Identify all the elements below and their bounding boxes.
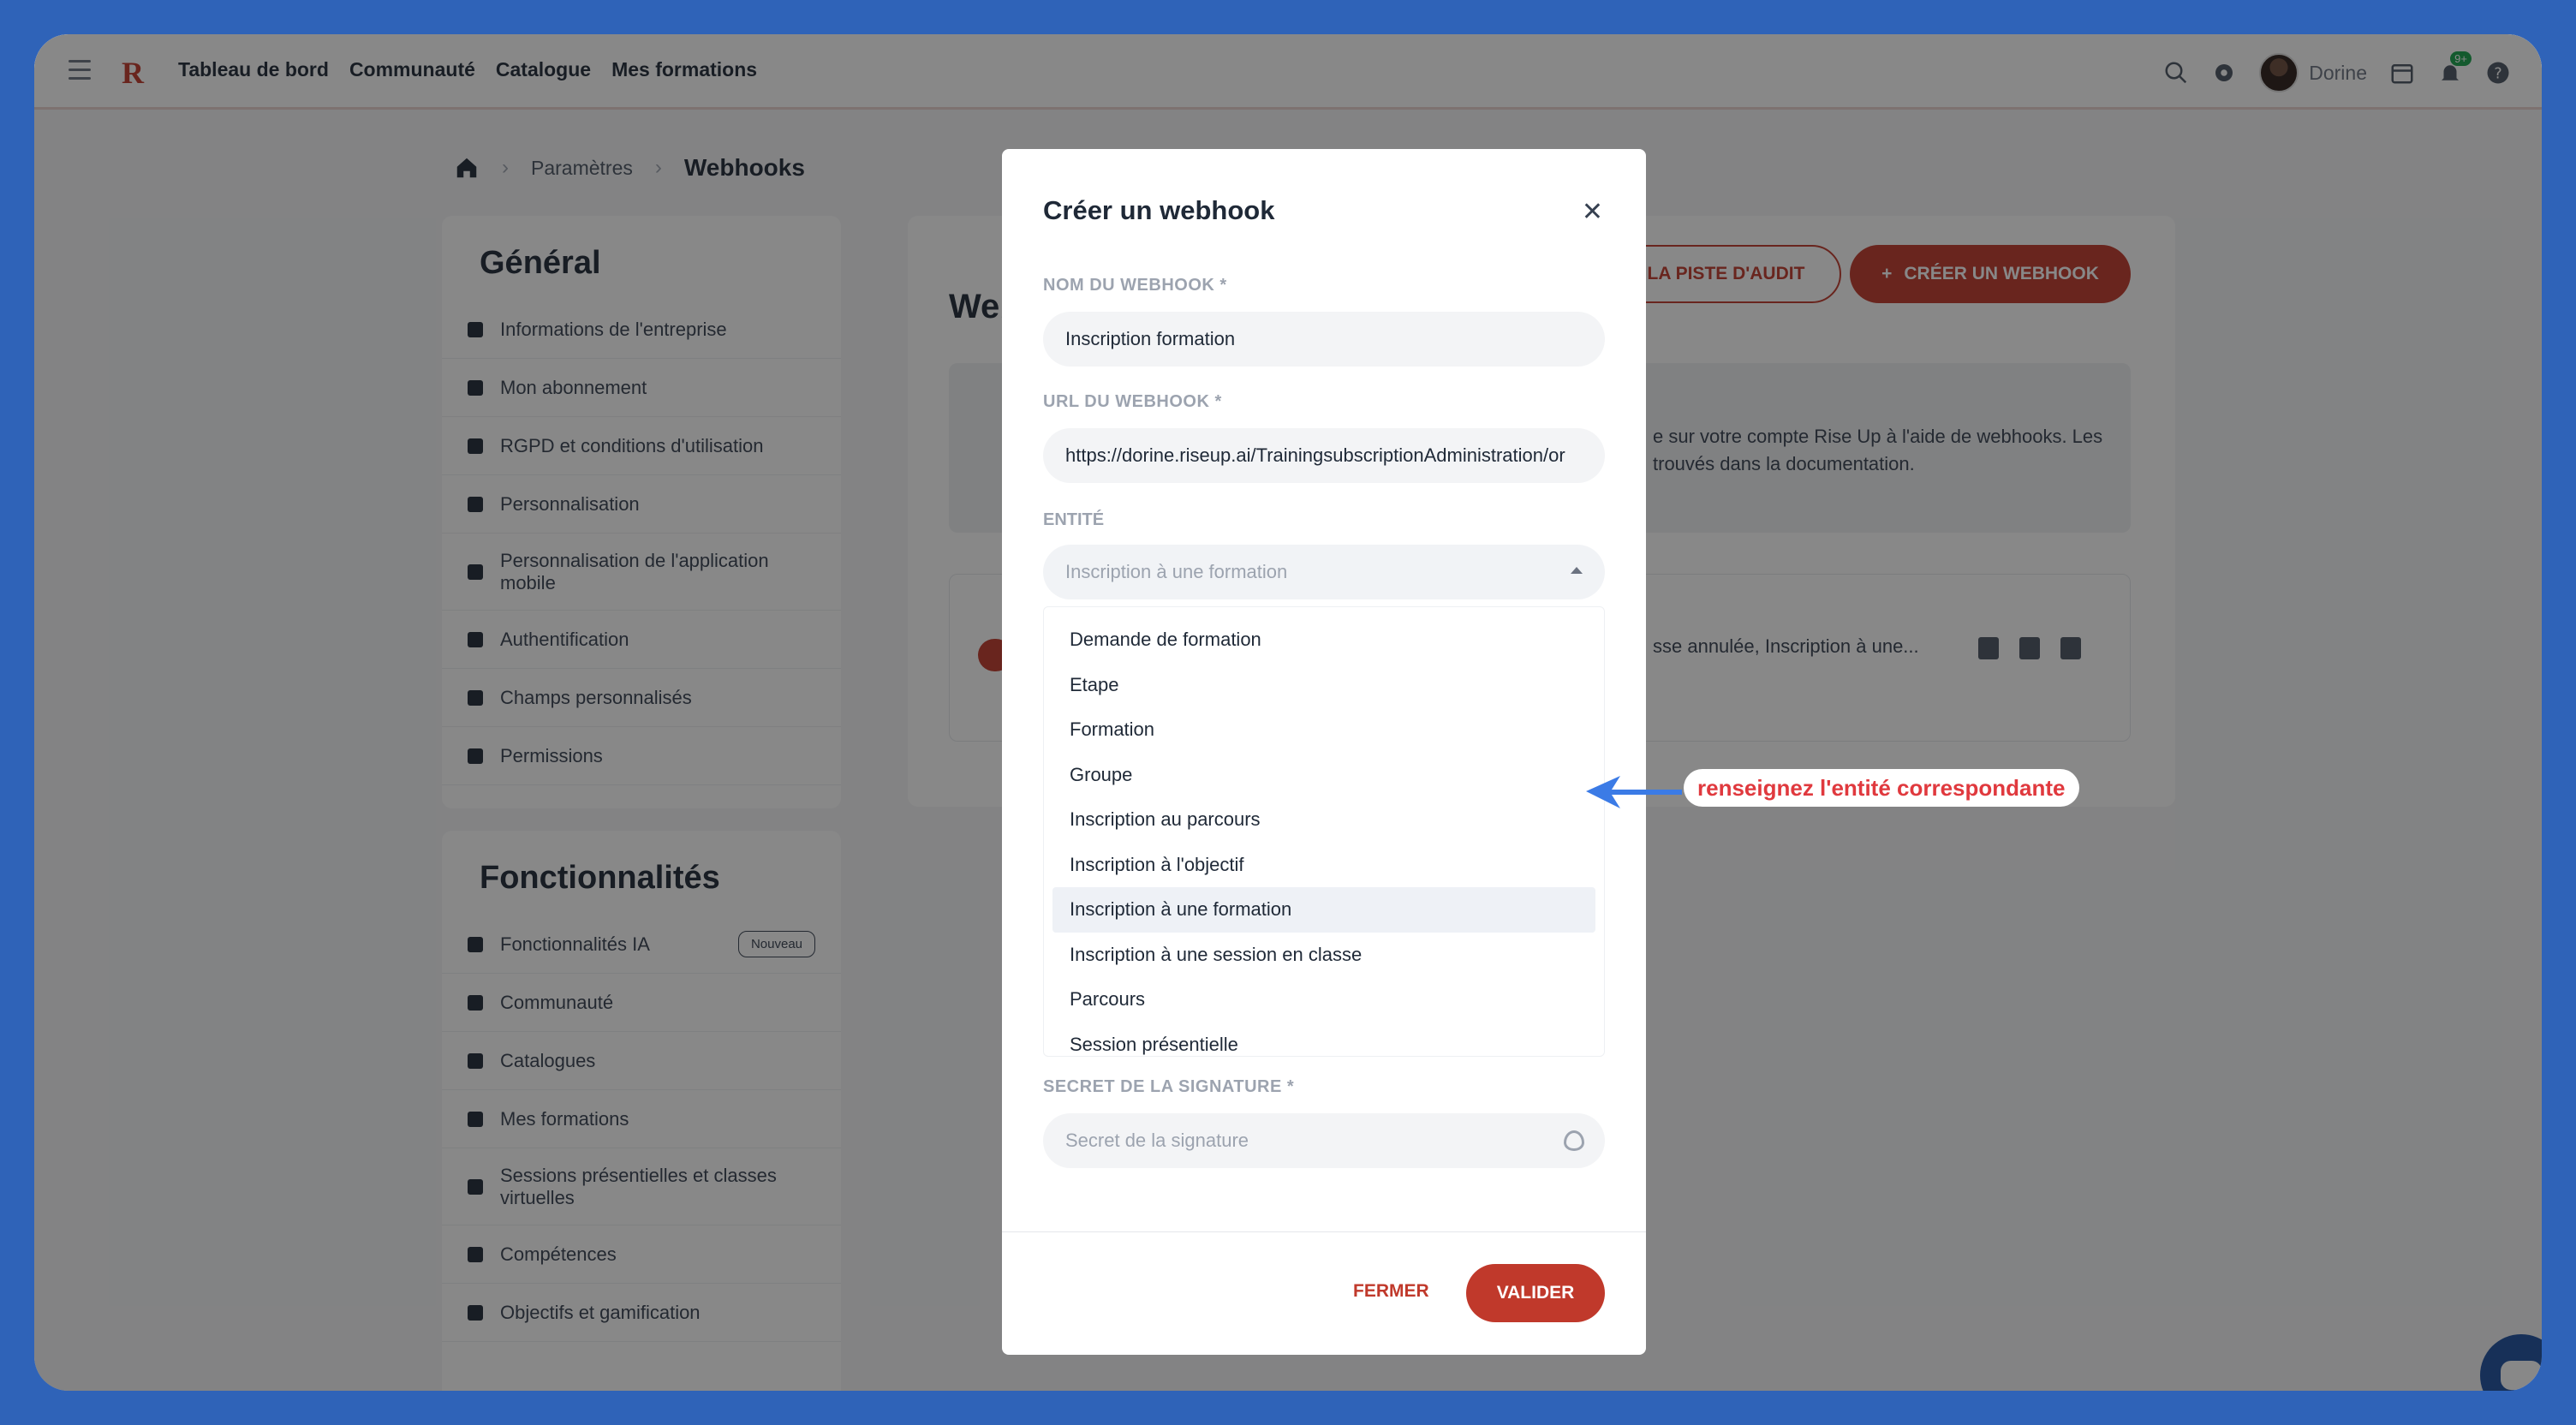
signature-secret-placeholder: Secret de la signature [1065,1130,1249,1151]
dropdown-option[interactable]: Inscription à une session en classe [1052,933,1595,978]
webhook-url-label: URL DU WEBHOOK * [1043,392,1222,411]
chevron-up-icon[interactable] [1571,567,1583,574]
close-button[interactable]: FERMER [1353,1281,1429,1302]
dropdown-option[interactable]: Demande de formation [1052,617,1595,663]
validate-button[interactable]: VALIDER [1466,1264,1605,1322]
entity-section: ENTITÉ Inscription à une formation Deman… [1009,493,1643,1070]
modal-footer [1002,1231,1646,1232]
eye-icon[interactable] [1564,1130,1584,1151]
dropdown-option[interactable]: Inscription au parcours [1052,797,1595,843]
modal-title: Créer un webhook [1043,195,1275,225]
annotation-callout: renseignez l'entité correspondante [1684,769,2079,807]
entity-dropdown: Demande de formation Etape Formation Gro… [1043,606,1605,1057]
entity-label: ENTITÉ [1043,510,1105,529]
dropdown-option-selected[interactable]: Inscription à une formation [1052,887,1595,933]
dropdown-option[interactable]: Formation [1052,707,1595,753]
webhook-name-input[interactable]: Inscription formation [1043,312,1605,367]
dropdown-option[interactable]: Session présentielle [1052,1023,1595,1057]
signature-secret-label: SECRET DE LA SIGNATURE * [1043,1077,1295,1096]
dropdown-option[interactable]: Etape [1052,663,1595,708]
webhook-name-label: NOM DU WEBHOOK * [1043,276,1227,295]
dropdown-option[interactable]: Groupe [1052,753,1595,798]
annotation-arrow-icon [1586,776,1682,808]
app-window: R Tableau de bord Communauté Catalogue M… [34,34,2542,1391]
webhook-url-input[interactable]: https://dorine.riseup.ai/Trainingsubscri… [1043,428,1605,483]
close-icon[interactable]: ✕ [1582,197,1603,227]
entity-select-value: Inscription à une formation [1065,561,1288,582]
dropdown-option[interactable]: Parcours [1052,977,1595,1023]
signature-secret-input[interactable]: Secret de la signature [1043,1113,1605,1168]
entity-select[interactable]: Inscription à une formation [1043,545,1605,599]
dropdown-option[interactable]: Inscription à l'objectif [1052,843,1595,888]
